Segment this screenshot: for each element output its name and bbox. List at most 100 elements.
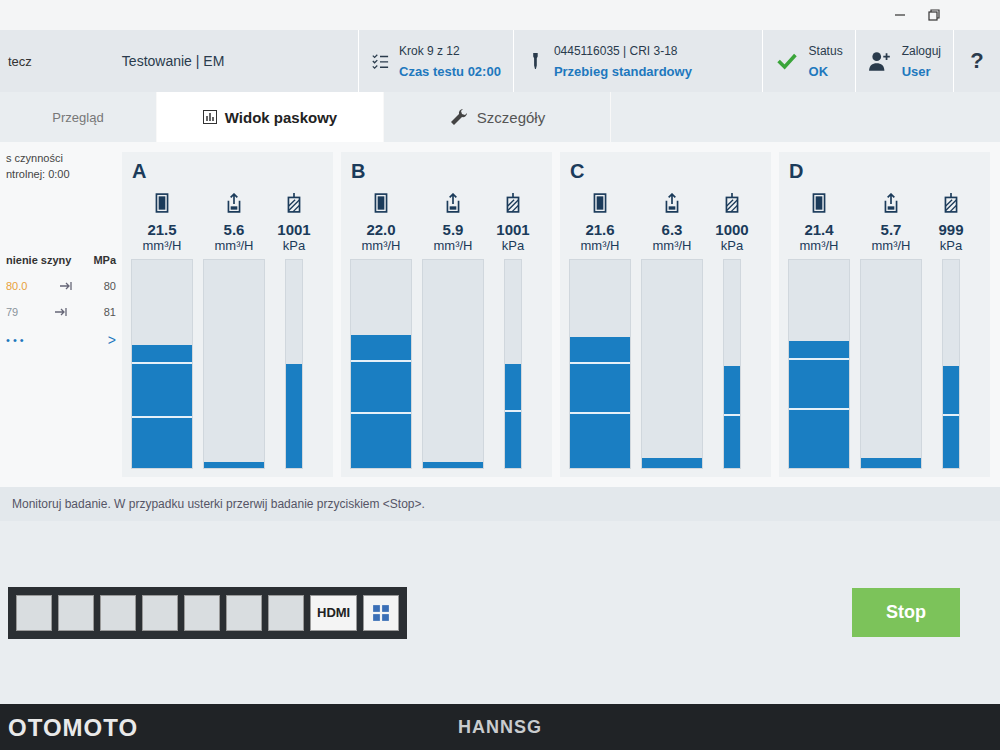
pressure-target: 80 <box>104 280 116 292</box>
bar-unit: mm³/H <box>872 238 911 253</box>
next-button[interactable]: > <box>108 332 116 348</box>
tab[interactable]: Szczegóły <box>384 92 611 142</box>
pressure-icon <box>286 193 302 213</box>
bar-track <box>641 259 703 469</box>
tab[interactable]: Przegląd <box>0 92 157 142</box>
status-value: OK <box>809 64 843 79</box>
user-name: User <box>902 64 941 79</box>
bar-column: 21.4 mm³/H <box>789 193 849 469</box>
bar-track <box>504 259 522 469</box>
pressure-row: 79 81 <box>6 306 116 318</box>
bar-fill <box>351 335 411 468</box>
injector-icon <box>526 52 544 70</box>
bar-fill <box>505 364 521 468</box>
bar-unit: mm³/H <box>215 238 254 253</box>
bottom-row: HDMI Stop <box>0 521 1000 704</box>
tolerance-mark <box>943 414 959 416</box>
login[interactable]: Zaloguj User <box>855 30 953 92</box>
bar-value: 1001 <box>496 221 529 238</box>
check-icon <box>775 49 799 73</box>
pressure-icon <box>943 193 959 213</box>
bar-value: 1000 <box>715 221 748 238</box>
header: tecz Testowanie | EM Krok 9 z 12 Czas te… <box>0 30 1000 92</box>
bar-column: 5.7 mm³/H <box>861 193 921 469</box>
bar-fill <box>204 462 264 468</box>
bar-groups: A 21.5 mm³/H 5.6 mm³/H 1001 kPa B 22.0 m… <box>122 142 1000 487</box>
status-info: Status OK <box>762 30 855 92</box>
window-bar <box>0 0 1000 30</box>
checklist-icon <box>371 52 389 70</box>
bar-fill <box>570 337 630 468</box>
bar-row: 21.6 mm³/H 6.3 mm³/H 1000 kPa <box>570 193 761 469</box>
taskbar-tile[interactable] <box>184 595 220 631</box>
restore-icon[interactable] <box>928 9 940 21</box>
bar-track <box>422 259 484 469</box>
bar-value: 6.3 <box>662 221 683 238</box>
help-button[interactable]: ? <box>953 30 1000 92</box>
test-time: Czas testu 02:00 <box>399 64 501 79</box>
sidebar-text: s czynności <box>6 152 116 164</box>
main-area: s czynnościntrolnej: 0:00 nienie szyny M… <box>0 142 1000 487</box>
bar-value: 21.4 <box>804 221 833 238</box>
sidebar: s czynnościntrolnej: 0:00 nienie szyny M… <box>0 142 122 487</box>
taskbar: HDMI <box>8 587 407 639</box>
stop-button[interactable]: Stop <box>852 588 960 637</box>
injector-group: C 21.6 mm³/H 6.3 mm³/H 1000 kPa <box>560 152 771 477</box>
bar-column: 5.6 mm³/H <box>204 193 264 469</box>
bar-unit: kPa <box>502 238 524 253</box>
group-label: A <box>132 160 323 183</box>
bar-column: 1000 kPa <box>714 193 750 469</box>
pager-dots: • • • <box>6 334 24 346</box>
bar-unit: mm³/H <box>800 238 839 253</box>
tolerance-mark <box>132 416 192 418</box>
taskbar-tile[interactable] <box>16 595 52 631</box>
tab[interactable]: Widok paskowy <box>157 92 384 142</box>
taskbar-tile[interactable] <box>142 595 178 631</box>
tolerance-mark <box>351 360 411 362</box>
bar-column: 6.3 mm³/H <box>642 193 702 469</box>
bar-value: 21.6 <box>585 221 614 238</box>
bar-row: 22.0 mm³/H 5.9 mm³/H 1001 kPa <box>351 193 542 469</box>
bar-column: 1001 kPa <box>276 193 312 469</box>
tolerance-mark <box>570 362 630 364</box>
group-label: D <box>789 160 980 183</box>
bar-value: 22.0 <box>366 221 395 238</box>
bar-column: 22.0 mm³/H <box>351 193 411 469</box>
bar-unit: mm³/H <box>143 238 182 253</box>
taskbar-tile[interactable] <box>58 595 94 631</box>
page-title: Testowanie | EM <box>122 53 224 69</box>
bar-value: 5.6 <box>224 221 245 238</box>
pressure-icon <box>505 193 521 213</box>
monitor-brand: HANNSG <box>458 717 542 738</box>
tolerance-mark <box>789 358 849 360</box>
bar-track <box>569 259 631 469</box>
user-add-icon <box>868 49 892 73</box>
bar-chart-icon <box>203 110 217 124</box>
bar-unit: mm³/H <box>362 238 401 253</box>
status-label: Status <box>809 44 843 58</box>
tolerance-mark <box>724 414 740 416</box>
return-icon <box>883 193 899 213</box>
pressure-row: 80.0 80 <box>6 280 116 292</box>
return-icon <box>226 193 242 213</box>
hdmi-tile[interactable]: HDMI <box>310 595 357 631</box>
taskbar-tile[interactable] <box>268 595 304 631</box>
taskbar-tile[interactable] <box>226 595 262 631</box>
watermark: OTOMOTO <box>8 714 138 742</box>
bar-track <box>285 259 303 469</box>
header-title-area: tecz Testowanie | EM <box>0 30 358 92</box>
pressure-icon <box>724 193 740 213</box>
bar-column: 21.6 mm³/H <box>570 193 630 469</box>
minimize-icon[interactable] <box>894 9 906 21</box>
bar-value: 5.7 <box>881 221 902 238</box>
bar-track <box>203 259 265 469</box>
bar-unit: kPa <box>940 238 962 253</box>
bar-fill <box>789 341 849 468</box>
section-unit: MPa <box>93 254 116 266</box>
taskbar-tile[interactable] <box>100 595 136 631</box>
tolerance-mark <box>570 412 630 414</box>
windows-tile[interactable] <box>363 595 399 631</box>
bar-unit: kPa <box>721 238 743 253</box>
login-label: Zaloguj <box>902 44 941 58</box>
bar-track <box>860 259 922 469</box>
